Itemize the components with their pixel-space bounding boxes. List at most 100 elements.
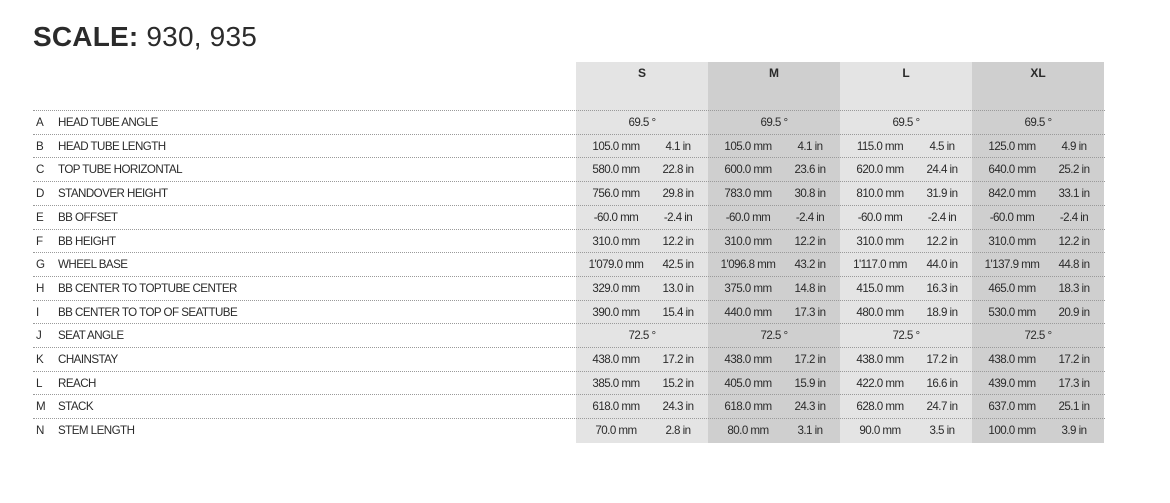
mm-value: 439.0 mm: [988, 376, 1036, 390]
mm-value: 640.0 mm: [988, 163, 1036, 177]
inch-value: 12.2 in: [926, 234, 959, 248]
mm-value: 105.0 mm: [592, 139, 640, 153]
row-label: STEM LENGTH: [58, 424, 135, 438]
inch-value: 3.5 in: [929, 424, 955, 438]
size-header-s: S: [637, 66, 646, 80]
row-letter: K: [36, 353, 44, 366]
mm-value: 1'117.0 mm: [853, 258, 907, 272]
inch-value: -2.4 in: [795, 210, 825, 224]
inch-value: 25.2 in: [1058, 163, 1091, 177]
inch-value: -2.4 in: [927, 210, 957, 224]
inch-value: -2.4 in: [1059, 210, 1089, 224]
row-label: WHEEL BASE: [58, 258, 128, 272]
row-letter: J: [36, 329, 42, 343]
mm-value: 842.0 mm: [988, 187, 1036, 201]
mm-value: 620.0 mm: [856, 163, 904, 177]
mm-value: 1'096.8 mm: [720, 258, 776, 272]
row-label: HEAD TUBE LENGTH: [58, 139, 166, 153]
mm-value: 1'137.9 mm: [984, 258, 1040, 272]
inch-value: 22.8 in: [662, 163, 695, 177]
table-row: E BB OFFSET -60.0 mm -2.4 in -60.0 mm -2.4 in…: [33, 204, 1105, 230]
table-row: B HEAD TUBE LENGTH 105.0 mm 4.1 in 105.0 mm 4…: [33, 133, 1105, 159]
row-letter: I: [36, 305, 39, 319]
inch-value: 17.2 in: [662, 353, 695, 366]
row-label: HEAD TUBE ANGLE: [58, 116, 158, 129]
inch-value: 14.8 in: [794, 281, 827, 295]
inch-value: 30.8 in: [794, 187, 827, 201]
mm-value: -60.0 mm: [725, 210, 771, 224]
inch-value: 17.3 in: [1058, 376, 1091, 390]
inch-value: 29.8 in: [662, 187, 695, 201]
inch-value: 12.2 in: [794, 234, 827, 248]
inch-value: 16.6 in: [926, 376, 959, 390]
inch-value: -2.4 in: [663, 210, 693, 224]
row-letter: B: [36, 139, 44, 153]
mm-value: 415.0 mm: [856, 281, 904, 295]
inch-value: 18.3 in: [1058, 281, 1091, 295]
row-letter: N: [36, 424, 44, 438]
table-row: N STEM LENGTH 70.0 mm 2.8 in 80.0 mm 3.1 in 90…: [33, 418, 1105, 443]
row-letter: H: [36, 281, 44, 295]
mm-value: -60.0 mm: [857, 210, 903, 224]
mm-value: -60.0 mm: [593, 210, 639, 224]
mm-value: 90.0 mm: [859, 424, 901, 438]
inch-value: 12.2 in: [1058, 234, 1091, 248]
table-row: J SEAT ANGLE 72.5 ° 72.5 ° 72.5 ° 72.5 °: [33, 323, 1105, 348]
table-row: A HEAD TUBE ANGLE 69.5 ° 69.5 ° 69.5 ° 69.5 °: [33, 110, 1105, 135]
inch-value: 12.2 in: [662, 234, 695, 248]
mm-value: 783.0 mm: [724, 187, 772, 201]
inch-value: 17.2 in: [794, 353, 827, 366]
inch-value: 4.1 in: [797, 139, 823, 153]
size-header-l: L: [902, 66, 910, 80]
angle-value: 69.5 °: [892, 116, 920, 129]
row-label: SEAT ANGLE: [58, 329, 124, 343]
geometry-table: S M L XL A HEAD TUBE ANGLE 69.5 ° 69.5 ° 69.5 ° 6…: [0, 0, 1170, 503]
table-row: G WHEEL BASE 1'079.0 mm 42.5 in 1'096.8 mm 43…: [33, 252, 1105, 277]
mm-value: 618.0 mm: [724, 400, 772, 414]
row-letter: F: [36, 234, 43, 248]
inch-value: 43.2 in: [794, 258, 827, 272]
mm-value: 618.0 mm: [592, 400, 640, 414]
table-row: D STANDOVER HEIGHT 756.0 mm 29.8 in 783.0 mm…: [33, 181, 1105, 206]
mm-value: 310.0 mm: [592, 234, 640, 248]
mm-value: 125.0 mm: [988, 139, 1036, 153]
row-letter: M: [36, 400, 46, 414]
mm-value: 1'079.0 mm: [588, 258, 644, 272]
row-label: STANDOVER HEIGHT: [58, 187, 168, 201]
mm-value: 580.0 mm: [592, 163, 640, 177]
mm-value: 756.0 mm: [592, 187, 640, 201]
mm-value: 530.0 mm: [988, 305, 1036, 319]
angle-value: 69.5 °: [628, 116, 656, 129]
inch-value: 15.4 in: [662, 305, 695, 319]
inch-value: 2.8 in: [665, 424, 691, 438]
row-label: STACK: [58, 400, 94, 414]
inch-value: 42.5 in: [662, 258, 695, 272]
row-label: BB CENTER TO TOPTUBE CENTER: [58, 281, 237, 295]
inch-value: 44.0 in: [926, 258, 959, 272]
inch-value: 4.1 in: [665, 139, 691, 153]
table-row: H BB CENTER TO TOPTUBE CENTER 329.0 mm 13.0…: [33, 275, 1105, 301]
row-label: BB OFFSET: [58, 210, 118, 224]
mm-value: 438.0 mm: [724, 353, 772, 366]
mm-value: 465.0 mm: [988, 281, 1036, 295]
inch-value: 44.8 in: [1058, 258, 1091, 272]
row-letter: G: [36, 258, 45, 272]
mm-value: 405.0 mm: [724, 376, 772, 390]
size-header-xl: XL: [1030, 66, 1046, 80]
mm-value: 600.0 mm: [724, 163, 772, 177]
mm-value: 628.0 mm: [856, 400, 904, 414]
inch-value: 31.9 in: [926, 187, 959, 201]
inch-value: 24.3 in: [794, 400, 827, 414]
inch-value: 3.9 in: [1061, 424, 1087, 438]
inch-value: 24.7 in: [926, 400, 959, 414]
inch-value: 33.1 in: [1058, 187, 1091, 201]
table-row: M STACK 618.0 mm 24.3 in 618.0 mm 24.3 in 628.…: [33, 394, 1105, 419]
size-header-m: M: [769, 66, 779, 80]
row-letter: L: [36, 376, 42, 390]
mm-value: 390.0 mm: [592, 305, 640, 319]
mm-value: -60.0 mm: [989, 210, 1035, 224]
inch-value: 15.2 in: [662, 376, 695, 390]
row-label: TOP TUBE HORIZONTAL: [58, 163, 183, 177]
mm-value: 422.0 mm: [856, 376, 904, 390]
row-label: REACH: [58, 376, 96, 390]
